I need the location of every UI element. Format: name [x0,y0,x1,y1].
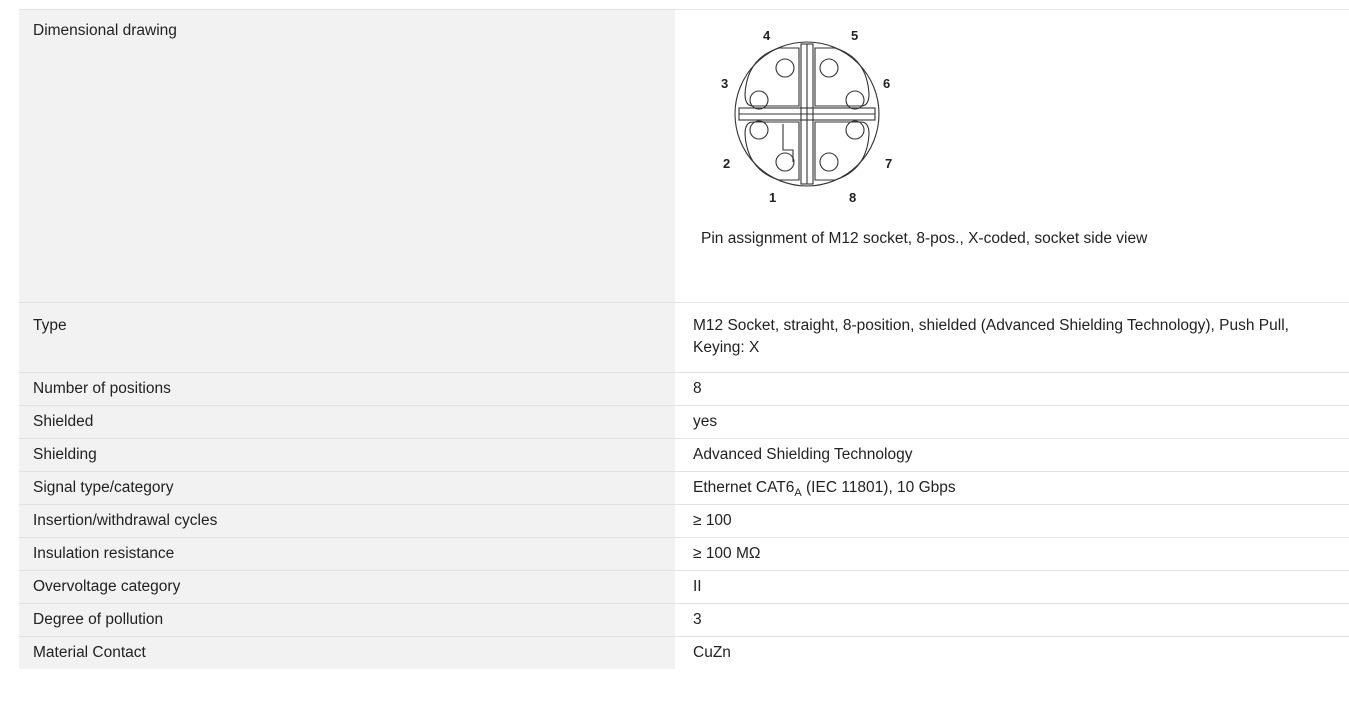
pin-assignment-drawing: 1 2 3 4 5 6 7 8 [721,28,892,205]
spec-label: Material Contact [19,636,675,669]
drawing-container: 1 2 3 4 5 6 7 8 Pin assignment of M12 so… [693,10,1337,290]
spec-label: Type [19,302,675,373]
spec-value: Ethernet CAT6A (IEC 11801), 10 Gbps [675,472,1349,505]
spec-value: M12 Socket, straight, 8-position, shield… [693,317,1289,356]
contact-4 [775,58,795,78]
spec-value: 1 2 3 4 5 6 7 8 Pin assignment of M12 so… [675,10,1349,303]
spec-label: Degree of pollution [19,603,675,637]
signal-value-main: Ethernet CAT6 [693,479,795,496]
pin-number-1: 1 [769,190,776,205]
spec-row-insertion-cycles: Insertion/withdrawal cycles ≥ 100 [19,504,1349,538]
spec-row-degree-of-pollution: Degree of pollution 3 [19,603,1349,637]
spec-label: Insulation resistance [19,537,675,571]
spec-label: Dimensional drawing [19,9,675,303]
pin-number-6: 6 [883,76,890,91]
quadrant-top-left [744,47,800,107]
spec-value: 8 [693,380,702,397]
spec-value: ≥ 100 [693,512,732,529]
spec-row-dimensional-drawing: Dimensional drawing 1 2 3 4 5 6 7 8 Pin … [19,9,1349,303]
contact-1 [775,152,795,172]
spec-label: Shielded [19,405,675,439]
quadrant-top-right [814,47,870,107]
spec-value: II [693,578,702,595]
pin-number-7: 7 [885,156,892,171]
contact-8 [819,152,839,172]
signal-value-rest: (IEC 11801), 10 Gbps [801,479,956,496]
spec-value: CuZn [693,644,731,661]
spec-label: Shielding [19,438,675,472]
spec-row-shielded: Shielded yes [19,405,1349,439]
pin-number-8: 8 [849,190,856,205]
pin-number-2: 2 [723,156,730,171]
spec-row-number-of-positions: Number of positions 8 [19,372,1349,406]
quadrant-bottom-right [814,121,870,181]
spec-row-overvoltage-category: Overvoltage category II [19,570,1349,604]
spec-value: yes [693,413,718,430]
spec-label: Number of positions [19,372,675,406]
spec-row-shielding: Shielding Advanced Shielding Technology [19,438,1349,472]
signal-value-subscript: A [794,487,802,499]
spec-label: Overvoltage category [19,570,675,604]
drawing-caption: Pin assignment of M12 socket, 8-pos., X-… [701,230,1148,247]
pin-number-5: 5 [851,28,858,43]
pin-number-3: 3 [721,76,728,91]
spec-value: ≥ 100 MΩ [693,545,761,562]
spec-value: Advanced Shielding Technology [693,446,913,463]
contact-5 [819,58,839,78]
spec-row-type: Type M12 Socket, straight, 8-position, s… [19,302,1349,373]
spec-value: 3 [693,611,702,628]
quadrant-bottom-left [744,121,800,181]
contact-2 [749,120,769,140]
spec-row-signal-type: Signal type/category Ethernet CAT6A (IEC… [19,471,1349,505]
spec-row-material-contact: Material Contact CuZn [19,636,1349,669]
spec-label: Insertion/withdrawal cycles [19,504,675,538]
spec-label: Signal type/category [19,471,675,505]
specification-table: Dimensional drawing 1 2 3 4 5 6 7 8 Pin … [19,9,1349,669]
pin-number-4: 4 [763,28,771,43]
spec-row-insulation-resistance: Insulation resistance ≥ 100 MΩ [19,537,1349,571]
contact-7 [845,120,865,140]
